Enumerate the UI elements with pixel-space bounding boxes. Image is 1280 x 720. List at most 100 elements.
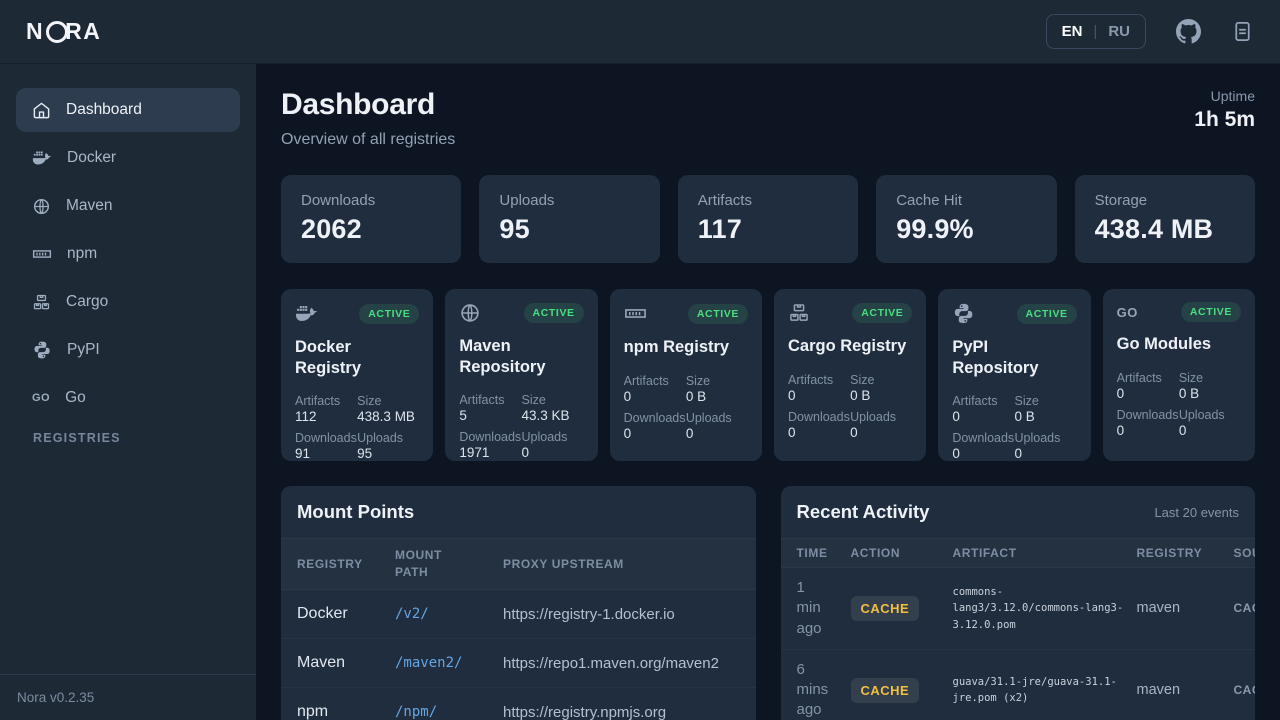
artifacts-label: Artifacts: [1117, 371, 1179, 385]
panel-title: Recent Activity: [797, 501, 930, 523]
sidebar-item-dashboard[interactable]: Dashboard: [16, 88, 240, 132]
stat-label: Cache Hit: [896, 192, 1036, 209]
stat-value: 95: [499, 214, 639, 245]
sidebar-item-label: Maven: [66, 197, 113, 215]
uploads-value: 0: [1179, 423, 1241, 438]
lang-en-button[interactable]: EN: [1062, 23, 1083, 40]
size-value: 438.3 MB: [357, 409, 419, 424]
column-registry: REGISTRY: [1137, 546, 1222, 560]
downloads-label: Downloads: [1117, 408, 1179, 422]
table-row: 1 min ago CACHE commons-lang3/3.12.0/com…: [781, 568, 1256, 650]
mount-upstream: https://repo1.maven.org/maven2: [503, 655, 756, 672]
sidebar-item-label: Go: [65, 389, 86, 407]
sidebar-section-registries: REGISTRIES: [16, 431, 240, 445]
registry-stats: ArtifactsSize 112438.3 MB DownloadsUploa…: [295, 387, 419, 461]
docker-icon: [295, 302, 318, 325]
status-badge: ACTIVE: [1181, 302, 1241, 322]
downloads-value: 91: [295, 446, 357, 461]
docs-icon[interactable]: [1231, 20, 1254, 43]
sidebar-item-label: PyPI: [67, 341, 100, 359]
column-time: TIME: [797, 546, 839, 560]
column-artifact: ARTIFACT: [953, 546, 1125, 560]
column-mount-path: MOUNT PATH: [395, 547, 453, 582]
table-row: 6 mins ago CACHE guava/31.1-jre/guava-31…: [781, 650, 1256, 720]
logo-text: RA: [65, 18, 101, 45]
language-switcher[interactable]: EN | RU: [1046, 14, 1146, 49]
sidebar-item-label: npm: [67, 245, 97, 263]
registry-name: Maven Repository: [459, 336, 583, 377]
status-badge: ACTIVE: [1017, 304, 1077, 324]
stat-label: Storage: [1095, 192, 1235, 209]
stat-card-artifacts: Artifacts 117: [678, 175, 858, 263]
sidebar-item-cargo[interactable]: Cargo: [16, 280, 240, 324]
sidebar-item-pypi[interactable]: PyPI: [16, 328, 240, 372]
table-row: npm /npm/ https://registry.npmjs.org: [281, 688, 756, 720]
downloads-label: Downloads: [952, 431, 1014, 445]
sidebar-item-label: Docker: [67, 149, 116, 167]
uploads-label: Uploads: [1014, 431, 1076, 445]
sidebar: Dashboard Docker Maven npm Cargo PyPI: [0, 64, 256, 720]
sidebar-nav: Dashboard Docker Maven npm Cargo PyPI: [0, 88, 256, 674]
downloads-label: Downloads: [624, 411, 686, 425]
topbar-actions: EN | RU: [1046, 14, 1254, 49]
event-artifact: commons-lang3/3.12.0/commons-lang3-3.12.…: [953, 584, 1125, 633]
status-badge: ACTIVE: [688, 304, 748, 324]
app-logo[interactable]: NORA: [26, 18, 101, 45]
artifacts-value: 5: [459, 408, 521, 423]
panel-title: Mount Points: [297, 501, 414, 523]
stat-value: 438.4 MB: [1095, 214, 1235, 245]
artifacts-label: Artifacts: [295, 394, 357, 408]
artifacts-value: 112: [295, 409, 357, 424]
sidebar-item-maven[interactable]: Maven: [16, 184, 240, 228]
lang-ru-button[interactable]: RU: [1108, 23, 1130, 40]
registry-card-npm: ACTIVE npm Registry ArtifactsSize 00 B D…: [610, 289, 762, 461]
size-value: 0 B: [1014, 409, 1076, 424]
recent-activity-panel: Recent Activity Last 20 events TIME ACTI…: [781, 486, 1256, 720]
stats-row: Downloads 2062 Uploads 95 Artifacts 117 …: [281, 175, 1255, 263]
column-source: SOURCE: [1234, 546, 1256, 560]
size-label: Size: [521, 393, 583, 407]
size-label: Size: [1014, 394, 1076, 408]
sidebar-item-docker[interactable]: Docker: [16, 136, 240, 180]
event-source: CACHE: [1234, 683, 1256, 697]
event-registry: maven: [1137, 682, 1222, 698]
python-icon: [32, 340, 52, 360]
size-value: 0 B: [686, 389, 748, 404]
registry-stats: ArtifactsSize 00 B DownloadsUploads 00: [624, 367, 748, 441]
size-label: Size: [686, 374, 748, 388]
uptime-label: Uptime: [1194, 88, 1255, 104]
artifacts-label: Artifacts: [952, 394, 1014, 408]
registry-card-pypi: ACTIVE PyPI Repository ArtifactsSize 00 …: [938, 289, 1090, 461]
table-row: Docker /v2/ https://registry-1.docker.io: [281, 590, 756, 639]
event-artifact: guava/31.1-jre/guava-31.1-jre.pom (x2): [953, 674, 1125, 707]
table-header: TIME ACTION ARTIFACT REGISTRY SOURCE: [781, 538, 1256, 568]
page-header: Dashboard Overview of all registries Upt…: [281, 88, 1255, 149]
downloads-value: 0: [952, 446, 1014, 461]
globe-icon: [459, 302, 481, 324]
event-time: 6 mins ago: [797, 660, 831, 720]
stat-card-storage: Storage 438.4 MB: [1075, 175, 1255, 263]
downloads-value: 0: [624, 426, 686, 441]
artifacts-value: 0: [1117, 386, 1179, 401]
uploads-label: Uploads: [357, 431, 419, 445]
downloads-label: Downloads: [295, 431, 357, 445]
npm-icon: [32, 244, 52, 264]
column-registry: REGISTRY: [297, 557, 383, 571]
lang-divider: |: [1093, 23, 1097, 40]
uploads-value: 0: [686, 426, 748, 441]
uploads-label: Uploads: [850, 410, 912, 424]
sidebar-item-go[interactable]: GO Go: [16, 376, 240, 420]
artifacts-value: 0: [952, 409, 1014, 424]
github-icon[interactable]: [1176, 19, 1201, 44]
event-registry: maven: [1137, 600, 1222, 616]
page-subtitle: Overview of all registries: [281, 131, 455, 149]
registry-card-docker: ACTIVE Docker Registry ArtifactsSize 112…: [281, 289, 433, 461]
sidebar-item-npm[interactable]: npm: [16, 232, 240, 276]
registry-stats: ArtifactsSize 00 B DownloadsUploads 00: [952, 387, 1076, 461]
stat-card-uploads: Uploads 95: [479, 175, 659, 263]
stat-value: 2062: [301, 214, 441, 245]
uploads-label: Uploads: [521, 430, 583, 444]
python-icon: [952, 302, 975, 325]
uptime: Uptime 1h 5m: [1194, 88, 1255, 132]
downloads-value: 0: [1117, 423, 1179, 438]
